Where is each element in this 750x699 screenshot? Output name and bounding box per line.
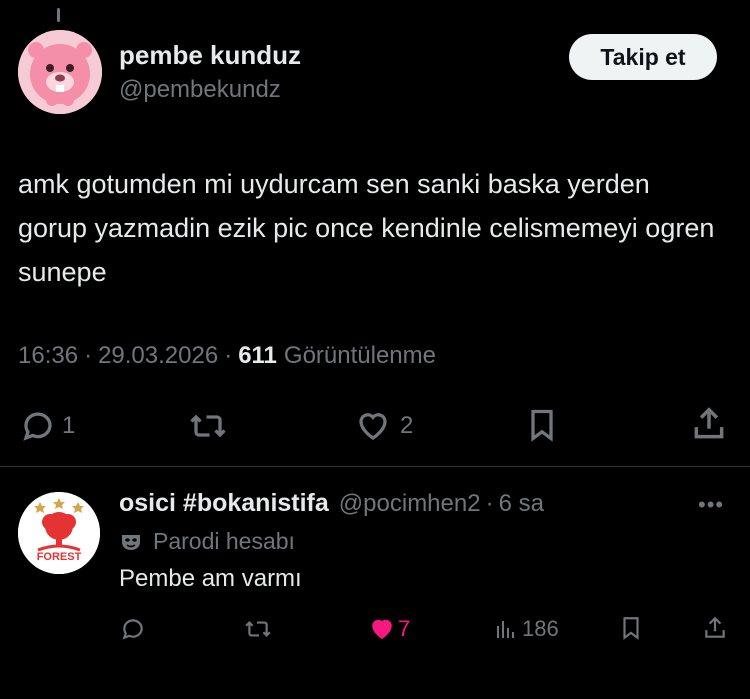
views-label: Görüntülenme xyxy=(283,342,436,369)
reply-icon xyxy=(23,412,52,441)
reply-text: Pembe am varmı xyxy=(119,565,302,592)
share-button[interactable] xyxy=(690,404,728,444)
reply-retweet-button[interactable] xyxy=(244,616,272,642)
like-filled-icon xyxy=(372,619,392,639)
author-handle[interactable]: @pembekundz xyxy=(119,76,281,104)
follow-button[interactable]: Takip et xyxy=(569,34,717,80)
reply-author-name[interactable]: osici #bokanistifa xyxy=(119,489,329,518)
reply-views-button[interactable]: 186 xyxy=(494,616,559,642)
forest-crest-text: FOREST xyxy=(37,551,82,563)
reply-reply-button[interactable] xyxy=(120,616,146,642)
forest-crest-icon: FOREST xyxy=(18,492,100,574)
share-icon xyxy=(694,407,724,439)
reply-author-avatar[interactable]: FOREST xyxy=(18,492,100,574)
parody-label: Parodi hesabı xyxy=(153,528,295,554)
bookmark-icon xyxy=(531,409,553,442)
tweet-time[interactable]: 16:36 xyxy=(18,342,78,370)
retweet-icon xyxy=(190,414,226,438)
views-count: 611 xyxy=(238,342,277,369)
mask-icon xyxy=(122,534,140,550)
reply-separator: · xyxy=(485,490,494,517)
like-button[interactable]: 2 xyxy=(354,408,413,444)
reply-time[interactable]: 6 sa xyxy=(499,490,544,518)
reply-share-button[interactable] xyxy=(702,613,728,643)
reply-button[interactable]: 1 xyxy=(20,408,75,444)
reply-header: osici #bokanistifa @pocimhen2 · 6 sa xyxy=(119,489,544,518)
thread-line xyxy=(57,8,60,22)
reply-like-count: 7 xyxy=(398,616,411,641)
like-count: 2 xyxy=(400,412,414,439)
author-name[interactable]: pembe kunduz xyxy=(119,40,301,71)
meta-separator: · xyxy=(224,342,233,369)
reply-author-handle[interactable]: @pocimhen2 xyxy=(339,490,481,518)
retweet-button[interactable] xyxy=(188,408,228,444)
reply-icon xyxy=(122,619,143,640)
reply-count: 1 xyxy=(62,412,76,439)
meta-separator: · xyxy=(84,342,93,369)
reply-bookmark-button[interactable] xyxy=(618,614,644,642)
parody-badge: Parodi hesabı xyxy=(119,528,295,555)
like-icon xyxy=(359,413,387,440)
beaver-avatar-icon xyxy=(18,30,102,114)
tweet-text: amk gotumden mi uydurcam sen sanki baska… xyxy=(18,169,715,287)
more-options-button[interactable]: ••• xyxy=(698,492,724,518)
bookmark-icon xyxy=(623,617,639,640)
share-icon xyxy=(705,616,725,638)
retweet-icon xyxy=(245,621,271,637)
reply-views-count: 186 xyxy=(522,616,559,641)
tweet-meta: 16:36 · 29.03.2026 · 611 Görüntülenme xyxy=(18,342,436,370)
tweet-date[interactable]: 29.03.2026 xyxy=(98,342,218,370)
divider xyxy=(0,466,750,467)
reply-like-button[interactable]: 7 xyxy=(368,616,410,642)
views-icon xyxy=(497,621,514,638)
author-avatar[interactable] xyxy=(18,30,102,114)
bookmark-button[interactable] xyxy=(524,406,560,444)
